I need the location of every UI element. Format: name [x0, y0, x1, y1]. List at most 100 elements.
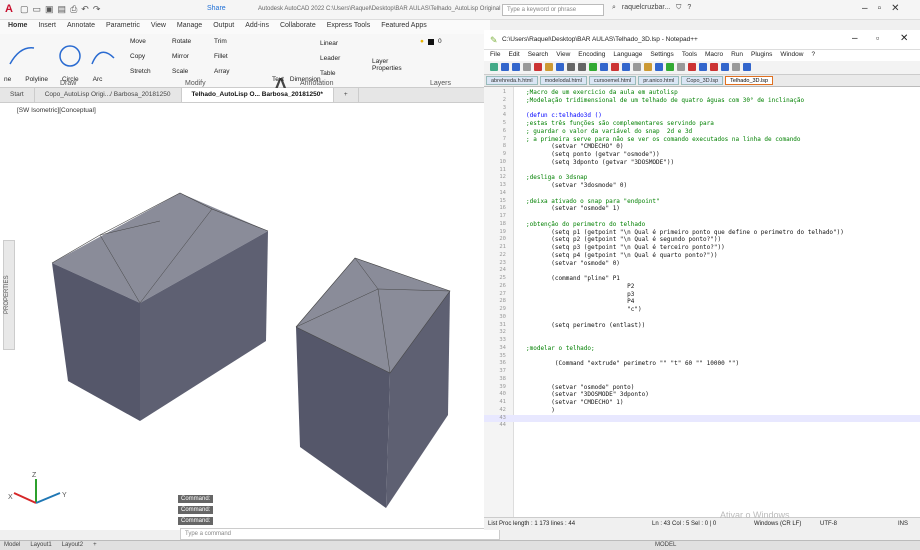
np-restore-icon[interactable]: ▫ — [876, 33, 879, 43]
ribbon-tab[interactable]: Insert — [38, 22, 56, 32]
toolbar-icon[interactable] — [644, 63, 652, 71]
toolbar-icon[interactable] — [556, 63, 564, 71]
toolbar-icon[interactable] — [688, 63, 696, 71]
toolbar-icon[interactable] — [523, 63, 531, 71]
toolbar-icon[interactable] — [743, 63, 751, 71]
menu-item[interactable]: Language — [613, 51, 642, 60]
command-input[interactable]: Type a command — [180, 528, 500, 540]
toolbar-icon[interactable] — [666, 63, 674, 71]
toolbar-icon[interactable] — [677, 63, 685, 71]
layout-tab[interactable]: Layout1 — [30, 542, 51, 548]
drawing-tab[interactable]: Telhado_AutoLisp O... Barbosa_20181250* — [181, 88, 334, 102]
layer-properties[interactable]: Layer Properties — [372, 58, 402, 72]
menu-item[interactable]: Settings — [650, 51, 674, 60]
toolbar-icon[interactable] — [699, 63, 707, 71]
linear-tool[interactable]: Linear — [320, 40, 340, 47]
minimize-icon[interactable]: – — [862, 3, 868, 14]
ribbon-tab[interactable]: Featured Apps — [381, 22, 427, 32]
modify-tool[interactable]: Move — [130, 38, 172, 45]
viewport-label[interactable]: [SW Isometric][Conceptual] — [17, 107, 96, 114]
toolbar-icon[interactable] — [710, 63, 718, 71]
search-icon[interactable]: ⌕ — [612, 4, 616, 12]
ribbon-tab[interactable]: Output — [213, 22, 234, 32]
modify-tool[interactable]: Fillet — [214, 53, 256, 60]
plot-icon[interactable]: ⎙ — [70, 4, 77, 15]
modify-tool[interactable]: Stretch — [130, 68, 172, 75]
toolbar-icon[interactable] — [600, 63, 608, 71]
ribbon-tab[interactable]: Parametric — [106, 22, 140, 32]
modify-panel-label[interactable]: Modify — [185, 80, 206, 87]
annotation-panel-label[interactable]: Annotation — [300, 80, 333, 87]
cart-icon[interactable]: ⛉ — [676, 4, 681, 12]
layout-tab[interactable]: Model — [4, 542, 20, 548]
toolbar-icon[interactable] — [622, 63, 630, 71]
menu-item[interactable]: File — [490, 51, 500, 60]
toolbar-icon[interactable] — [655, 63, 663, 71]
draw-tool[interactable]: Arc — [93, 76, 103, 83]
redo-icon[interactable]: ↷ — [93, 4, 101, 15]
draw-panel-label[interactable]: Draw — [60, 80, 76, 87]
drawing-tab[interactable]: Copo_AutoLisp Origi.../ Barbosa_20181250 — [35, 88, 182, 102]
toolbar-icon[interactable] — [501, 63, 509, 71]
undo-icon[interactable]: ↶ — [81, 4, 89, 15]
np-minimize-icon[interactable]: – — [852, 33, 858, 44]
file-tab[interactable]: pr.anico.html — [638, 76, 680, 85]
menu-item[interactable]: Tools — [682, 51, 697, 60]
close-icon[interactable]: ✕ — [891, 3, 899, 14]
menu-item[interactable]: Run — [731, 51, 743, 60]
leader-tool[interactable]: Leader — [320, 55, 340, 62]
toolbar-icon[interactable] — [578, 63, 586, 71]
menu-item[interactable]: View — [556, 51, 570, 60]
restore-icon[interactable]: ▫ — [878, 3, 882, 14]
toolbar-icon[interactable] — [545, 63, 553, 71]
table-tool[interactable]: Table — [320, 70, 340, 77]
draw-tool[interactable]: Polyline — [25, 76, 48, 83]
np-close-icon[interactable]: ✕ — [900, 33, 908, 44]
ribbon-tab[interactable]: Annotate — [67, 22, 95, 32]
open-file-icon[interactable]: ▭ — [33, 4, 42, 15]
menu-item[interactable]: Encoding — [578, 51, 605, 60]
toolbar-icon[interactable] — [589, 63, 597, 71]
menu-item[interactable]: Search — [528, 51, 549, 60]
menu-item[interactable]: ? — [811, 51, 815, 60]
properties-palette-tab[interactable]: PROPERTIES — [3, 240, 15, 350]
search-input[interactable]: Type a keyword or phrase — [502, 4, 604, 16]
ribbon-tab[interactable]: Home — [8, 22, 27, 32]
layout-tab[interactable]: Layout2 — [62, 542, 83, 548]
toolbar-icon[interactable] — [732, 63, 740, 71]
toolbar-icon[interactable] — [633, 63, 641, 71]
toolbar-icon[interactable] — [611, 63, 619, 71]
menu-item[interactable]: Window — [780, 51, 803, 60]
toolbar-icon[interactable] — [512, 63, 520, 71]
ribbon-tab[interactable]: Express Tools — [327, 22, 370, 32]
file-tab[interactable]: abrehreda.h.html — [486, 76, 538, 85]
code-editor[interactable]: 1 ;Macro de um exercicio da aula em autol… — [484, 87, 920, 517]
file-tab[interactable]: cursoemel.html — [588, 76, 637, 85]
layers-panel-label[interactable]: Layers — [430, 80, 451, 87]
layout-tab[interactable]: + — [93, 542, 97, 548]
modify-tool[interactable]: Mirror — [172, 53, 214, 60]
toolbar-icon[interactable] — [490, 63, 498, 71]
ribbon-tab[interactable]: Collaborate — [280, 22, 316, 32]
drawing-canvas[interactable]: Z X Y — [0, 103, 490, 530]
draw-tools-icons[interactable] — [4, 40, 124, 72]
file-tab[interactable]: Copo_3D.lsp — [681, 76, 724, 85]
save-icon[interactable]: ▣ — [45, 4, 54, 15]
help-icon[interactable]: ? — [687, 4, 691, 12]
modify-tool[interactable]: Rotate — [172, 38, 214, 45]
toolbar-icon[interactable] — [567, 63, 575, 71]
menu-item[interactable]: Macro — [705, 51, 723, 60]
modify-tool[interactable]: Array — [214, 68, 256, 75]
file-tab[interactable]: Telhado_3D.lsp — [725, 76, 774, 85]
menu-item[interactable]: Edit — [508, 51, 519, 60]
toolbar-icon[interactable] — [721, 63, 729, 71]
autocad-logo[interactable]: A — [5, 3, 13, 15]
share-button[interactable]: Share — [207, 5, 226, 12]
user-name[interactable]: raquelcruzbar... — [622, 4, 670, 12]
model-space-toggle[interactable]: MODEL — [655, 542, 676, 548]
drawing-tab[interactable]: Start — [0, 88, 35, 102]
menu-item[interactable]: Plugins — [751, 51, 772, 60]
modify-tool[interactable]: Trim — [214, 38, 256, 45]
draw-tool[interactable]: ne — [4, 76, 11, 83]
toolbar-icon[interactable] — [534, 63, 542, 71]
